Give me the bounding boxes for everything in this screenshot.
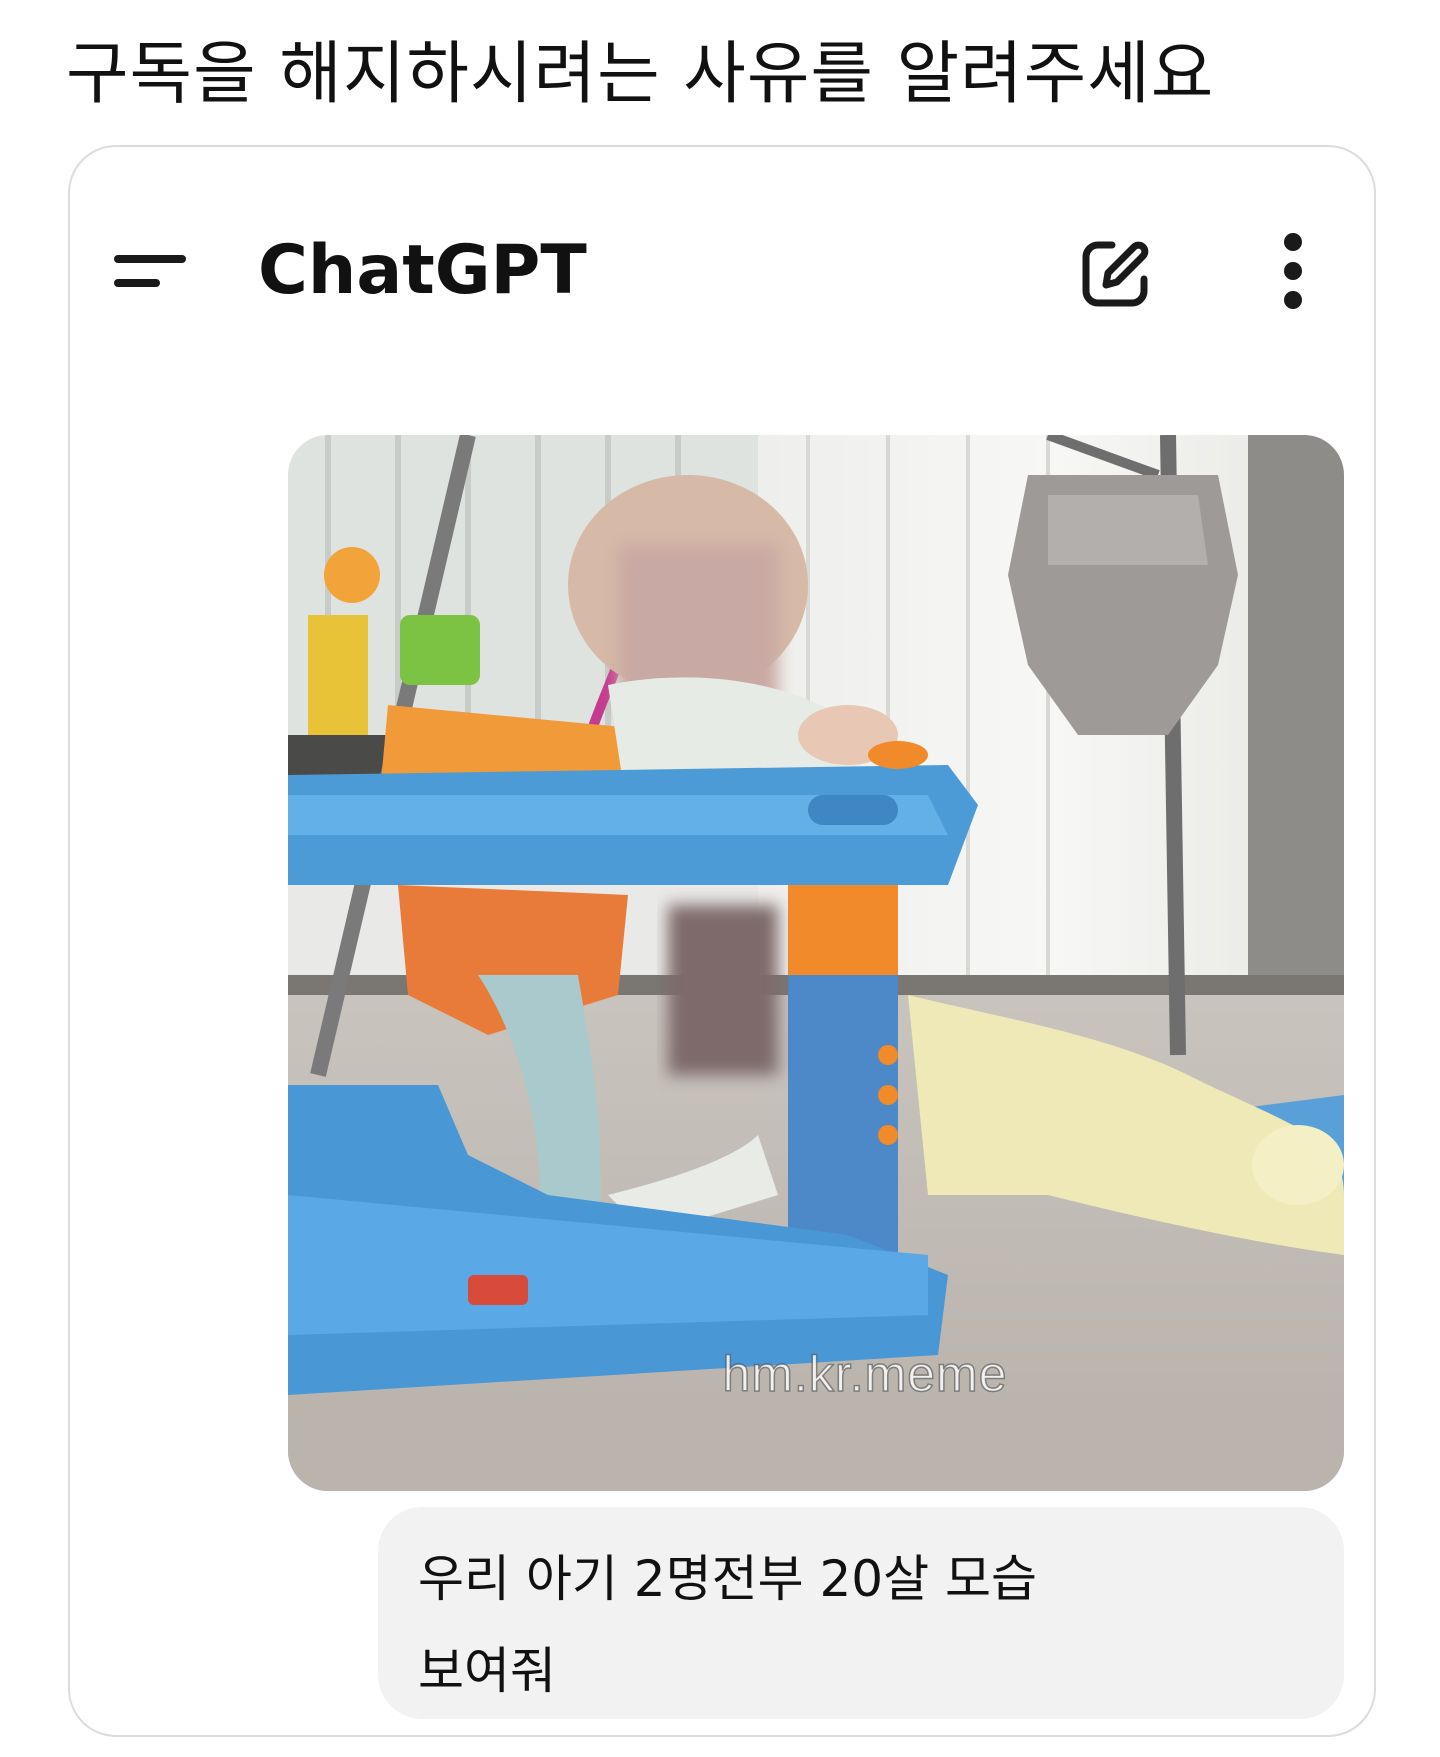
photo-watermark: hm.kr.meme — [722, 1345, 1008, 1403]
app-title: ChatGPT — [258, 231, 587, 310]
app-top-bar: ChatGPT — [70, 147, 1374, 397]
attached-photo[interactable]: hm.kr.meme — [288, 435, 1344, 1491]
edit-icon[interactable] — [1078, 235, 1154, 311]
chat-screenshot-frame: ChatGPT hm.kr.meme 우리 아기 2명전부 20살 모습 보여줘 — [68, 145, 1376, 1737]
user-message-bubble: 우리 아기 2명전부 20살 모습 보여줘 — [378, 1507, 1344, 1719]
photo-illustration — [288, 435, 1344, 1491]
user-message-text: 우리 아기 2명전부 20살 모습 보여줘 — [418, 1550, 1038, 1700]
more-vertical-icon[interactable] — [1282, 233, 1306, 309]
page-heading: 구독을 해지하시려는 사유를 알려주세요 — [66, 35, 1215, 114]
menu-icon[interactable] — [114, 251, 186, 291]
